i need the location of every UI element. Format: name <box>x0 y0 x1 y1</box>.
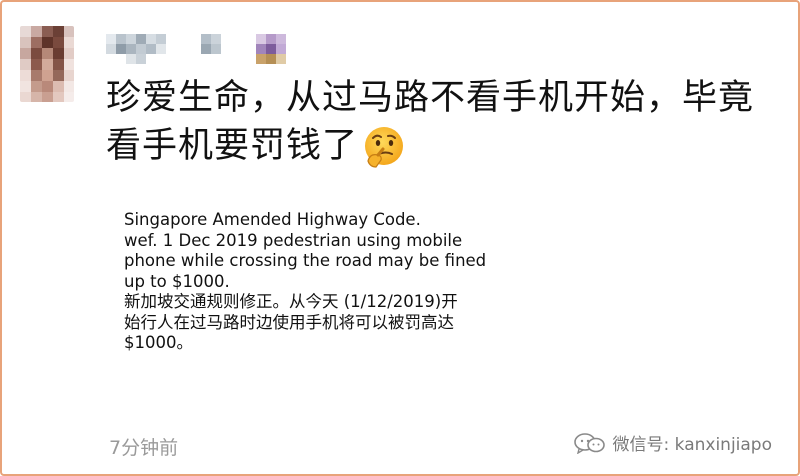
username-blurred[interactable] <box>106 34 296 64</box>
post-text-line-2: 看手机要罚钱了 <box>106 126 359 166</box>
post-text-line-2-wrap: 看手机要罚钱了 <box>106 122 786 170</box>
avatar[interactable] <box>20 26 74 102</box>
thinking-face-emoji-icon <box>365 127 404 168</box>
notice-line: $1000。 <box>124 333 193 352</box>
wechat-icon <box>573 432 605 454</box>
watermark-text: 微信号: kanxinjiapo <box>612 435 772 455</box>
highway-code-notice: Singapore Amended Highway Code. wef. 1 De… <box>124 210 594 354</box>
post-text-line-1: 珍爱生命，从过马路不看手机开始，毕竟 <box>106 78 755 118</box>
notice-line: Singapore Amended Highway Code. <box>124 210 421 229</box>
notice-line: phone while crossing the road may be fin… <box>124 251 487 270</box>
notice-line: wef. 1 Dec 2019 pedestrian using mobile <box>124 230 463 250</box>
notice-line: 始行人在过马路时边使用手机将可以被罚高达 <box>124 312 454 332</box>
notice-line: 新加坡交通规则修正。从今天 (1/12/2019)开 <box>124 292 458 311</box>
wechat-watermark: 微信号: kanxinjiapo <box>573 430 772 455</box>
post-text: 珍爱生命，从过马路不看手机开始，毕竟 看手机要罚钱了 <box>106 74 786 170</box>
post-card: 珍爱生命，从过马路不看手机开始，毕竟 看手机要罚钱了 Singapore Ame… <box>0 0 800 476</box>
notice-line: up to $1000. <box>124 271 230 291</box>
post-timestamp: 7分钟前 <box>109 437 179 459</box>
